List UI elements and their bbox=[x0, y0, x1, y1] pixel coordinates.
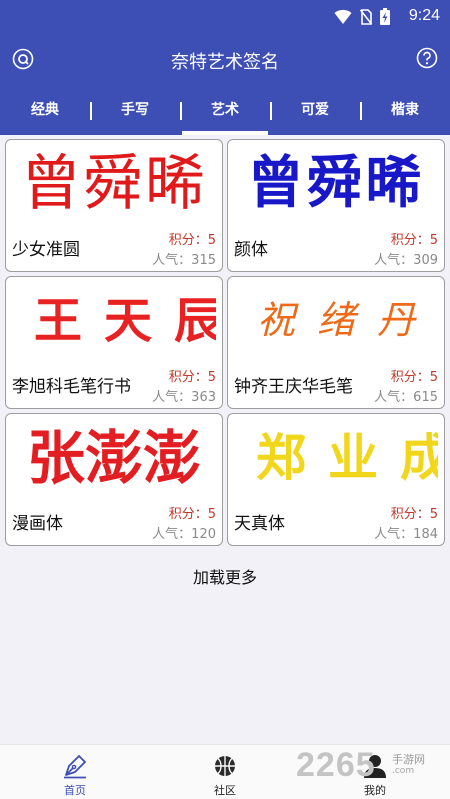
signature-preview: 曾舜晞 bbox=[21, 150, 207, 217]
signature-preview: 祝绪丹 bbox=[256, 300, 437, 342]
page-title: 奈特艺术签名 bbox=[171, 52, 279, 73]
tab-cute[interactable]: 可爱 bbox=[270, 92, 360, 135]
score-label: 积分：5 bbox=[168, 370, 216, 385]
font-card-manhua[interactable]: 张澎澎 漫画体 积分：5 人气：120 bbox=[5, 413, 223, 546]
popularity-label: 人气：309 bbox=[374, 253, 438, 268]
font-name: 李旭科毛笔行书 bbox=[12, 377, 131, 397]
app-header: 9:24 奈特艺术签名 经典 手写 艺术 可爱 楷隶 bbox=[0, 0, 450, 135]
tab-classic[interactable]: 经典 bbox=[0, 92, 90, 135]
title-bar: 奈特艺术签名 bbox=[0, 34, 450, 84]
basketball-icon bbox=[215, 756, 235, 776]
status-icons bbox=[334, 8, 390, 25]
nav-label: 首页 bbox=[64, 784, 86, 797]
pen-icon bbox=[64, 755, 86, 779]
font-name: 天真体 bbox=[234, 514, 285, 534]
font-card-brush-xingshu[interactable]: 王天辰 李旭科毛笔行书 积分：5 人气：363 bbox=[5, 276, 223, 409]
score-label: 积分：5 bbox=[168, 233, 216, 248]
signature-preview: 张澎澎 bbox=[26, 424, 201, 492]
user-icon bbox=[364, 755, 386, 778]
font-card-shaonv-zhunyuan[interactable]: 曾舜晞 少女准圆 积分：5 人气：315 bbox=[5, 139, 223, 272]
font-card-yanti[interactable]: 曾舜晞 颜体 积分：5 人气：309 bbox=[227, 139, 445, 272]
popularity-label: 人气：184 bbox=[374, 527, 438, 542]
font-name: 漫画体 bbox=[12, 514, 63, 534]
battery-charging-icon bbox=[380, 8, 390, 25]
signature-preview: 郑业成 bbox=[256, 429, 438, 487]
font-name: 钟齐王庆华毛笔 bbox=[234, 377, 353, 397]
popularity-label: 人气：315 bbox=[152, 253, 216, 268]
status-time: 9:24 bbox=[408, 7, 440, 24]
tab-handwriting[interactable]: 手写 bbox=[90, 92, 180, 135]
bottom-nav: 首页 社区 我的 bbox=[0, 744, 450, 799]
nav-label: 社区 bbox=[214, 784, 236, 797]
font-card-tianzhen[interactable]: 郑业成 天真体 积分：5 人气：184 bbox=[227, 413, 445, 546]
font-name: 少女准圆 bbox=[12, 240, 80, 260]
score-label: 积分：5 bbox=[168, 507, 216, 522]
popularity-label: 人气：120 bbox=[152, 527, 216, 542]
popularity-label: 人气：615 bbox=[374, 390, 438, 405]
nav-label: 我的 bbox=[364, 784, 386, 797]
nav-community[interactable]: 社区 bbox=[150, 745, 300, 799]
score-label: 积分：5 bbox=[390, 507, 438, 522]
font-style-grid: 曾舜晞 少女准圆 积分：5 人气：315 曾舜晞 颜体 积分：5 人气：309 … bbox=[5, 139, 445, 546]
score-label: 积分：5 bbox=[390, 370, 438, 385]
load-more-button[interactable]: 加载更多 bbox=[0, 564, 450, 588]
font-name: 颜体 bbox=[234, 240, 268, 260]
score-label: 积分：5 bbox=[390, 233, 438, 248]
help-icon[interactable] bbox=[416, 47, 438, 69]
popularity-label: 人气：363 bbox=[152, 390, 216, 405]
status-bar: 9:24 bbox=[0, 0, 450, 34]
font-card-zhongqi-brush[interactable]: 祝绪丹 钟齐王庆华毛笔 积分：5 人气：615 bbox=[227, 276, 445, 409]
nav-home[interactable]: 首页 bbox=[0, 745, 150, 799]
nav-profile[interactable]: 我的 bbox=[300, 745, 450, 799]
category-tabs: 经典 手写 艺术 可爱 楷隶 bbox=[0, 92, 450, 135]
no-sim-icon bbox=[360, 8, 372, 25]
signature-preview: 王天辰 bbox=[34, 293, 216, 349]
wifi-icon bbox=[334, 9, 352, 24]
tab-art[interactable]: 艺术 bbox=[180, 92, 270, 135]
signature-preview: 曾舜晞 bbox=[247, 151, 425, 216]
tab-kaili[interactable]: 楷隶 bbox=[360, 92, 450, 135]
